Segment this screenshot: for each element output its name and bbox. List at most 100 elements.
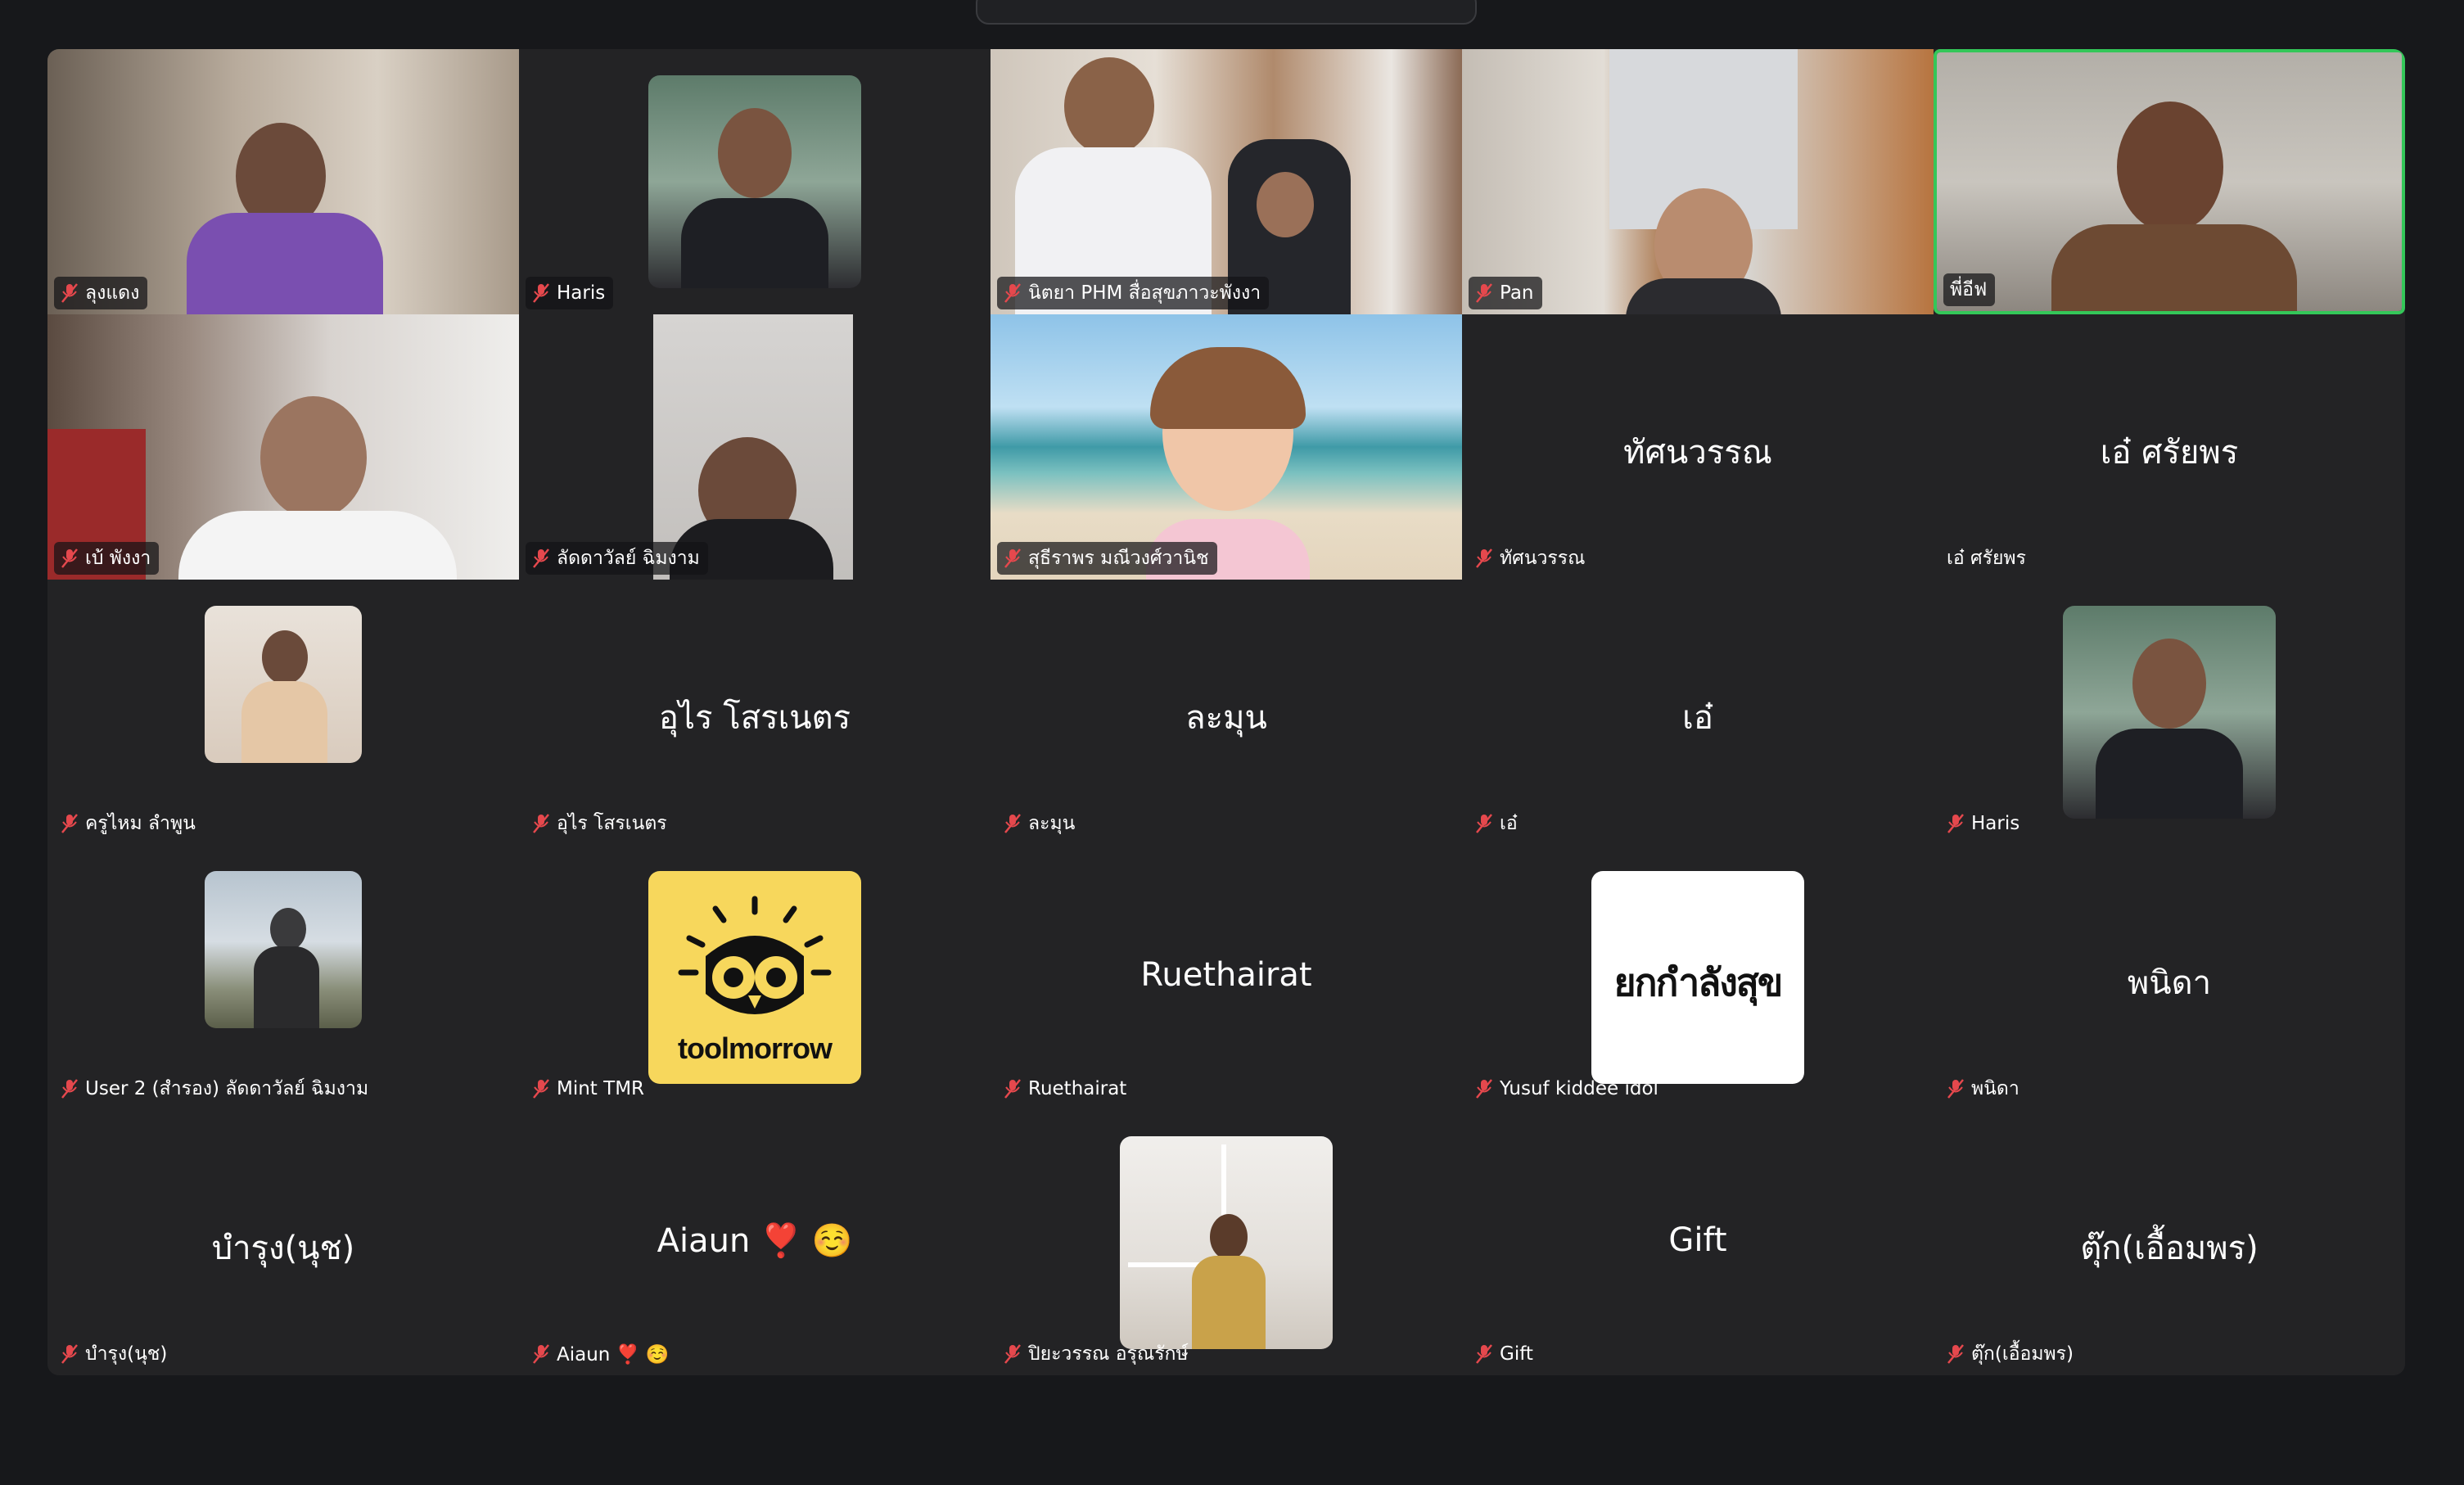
participant-display-name: Aiaun ❣️ ☺️ [657, 1222, 853, 1260]
participant-tile[interactable]: toolmorrow Mint TMR [519, 845, 991, 1110]
participant-name: ตุ๊ก(เอื้อมพร) [1971, 1343, 2074, 1365]
participant-tile[interactable]: เอ๋ เอ๋ [1462, 580, 1934, 845]
participant-name-tag: ลัดดาวัลย์ ฉิมงาม [526, 542, 708, 575]
participant-tile[interactable]: Pan [1462, 49, 1934, 314]
muted-microphone-icon [1475, 1078, 1493, 1099]
participant-tile[interactable]: Aiaun ❣️ ☺️ Aiaun ❣️ ☺️ [519, 1110, 991, 1375]
participant-name-tag: ตุ๊ก(เอื้อมพร) [1940, 1338, 2082, 1370]
participant-name: ทัศนวรรณ [1500, 548, 1586, 569]
meeting-toolbar-handle[interactable] [976, 0, 1477, 25]
toolmorrow-logo-text: toolmorrow [678, 1031, 833, 1065]
muted-microphone-icon [1475, 282, 1493, 304]
video-feed [1462, 49, 1934, 314]
muted-microphone-icon [61, 1343, 79, 1365]
participant-tile[interactable]: Haris [519, 49, 991, 314]
profile-photo [205, 871, 362, 1028]
participant-tile[interactable]: พนิดา พนิดา [1934, 845, 2405, 1110]
participant-tile[interactable]: ปิยะวรรณ อรุณรักษ์ [991, 1110, 1462, 1375]
participant-tile[interactable]: เบ้ พังงา [47, 314, 519, 580]
muted-microphone-icon [1004, 548, 1022, 569]
participant-tile[interactable]: ยกกำลังสุข Yusuf kiddee idol [1462, 845, 1934, 1110]
participant-name: เอ๋ [1500, 813, 1518, 834]
participant-tile[interactable]: Gift Gift [1462, 1110, 1934, 1375]
participant-name-tag: Haris [526, 277, 614, 309]
participant-name-tag: บำรุง(นุช) [54, 1338, 175, 1370]
profile-photo [648, 75, 861, 288]
participant-name: ครูไหม ลำพูน [85, 813, 196, 834]
participant-name-tag: ปิยะวรรณ อรุณรักษ์ [997, 1338, 1197, 1370]
muted-microphone-icon [1004, 282, 1022, 304]
participant-display-name: ละมุน [1185, 699, 1267, 737]
participant-tile[interactable]: User 2 (สำรอง) ลัดดาวัลย์ ฉิมงาม [47, 845, 519, 1110]
toolmorrow-logo: toolmorrow [648, 871, 861, 1084]
muted-microphone-icon [1947, 1343, 1965, 1365]
participant-name: Gift [1500, 1343, 1533, 1365]
participant-name-tag: Haris [1940, 807, 2028, 840]
participant-name: สุธีราพร มณีวงศ์วานิช [1028, 548, 1209, 569]
participant-name-tag: เอ๋ [1469, 807, 1526, 840]
participant-name-tag: Yusuf kiddee idol [1469, 1072, 1667, 1105]
participant-name: Pan [1500, 282, 1534, 304]
participant-tile[interactable]: ลัดดาวัลย์ ฉิมงาม [519, 314, 991, 580]
participant-display-name: เอ๋ [1682, 699, 1713, 737]
participant-name-tag: ลุงแดง [54, 277, 148, 309]
participant-display-name: ทัศนวรรณ [1623, 434, 1772, 472]
participant-name: เบ้ พังงา [85, 548, 151, 569]
participant-tile[interactable]: ทัศนวรรณ ทัศนวรรณ [1462, 314, 1934, 580]
participant-display-name: พนิดา [2127, 964, 2212, 1002]
participant-name-tag: ครูไหม ลำพูน [54, 807, 204, 840]
logo-text: ยกกำลังสุข [1613, 960, 1784, 1004]
muted-microphone-icon [1947, 1078, 1965, 1099]
gallery-grid: ลุงแดง Haris นิตยา PHM สื่อสุขภาวะพังงา [47, 49, 2405, 1375]
participant-name: อุไร โสรเนตร [557, 813, 667, 834]
participant-tile-active-speaker[interactable]: พี่อีฟ [1934, 49, 2405, 314]
muted-microphone-icon [61, 813, 79, 834]
participant-name: Haris [557, 282, 606, 304]
muted-microphone-icon [1004, 813, 1022, 834]
participant-tile[interactable]: สุธีราพร มณีวงศ์วานิช [991, 314, 1462, 580]
muted-microphone-icon [61, 548, 79, 569]
participant-name: เอ๋ ศรัยพร [1947, 548, 2026, 569]
muted-microphone-icon [1004, 1343, 1022, 1365]
participant-name-tag: เบ้ พังงา [54, 542, 160, 575]
participant-tile[interactable]: Ruethairat Ruethairat [991, 845, 1462, 1110]
participant-tile[interactable]: บำรุง(นุช) บำรุง(นุช) [47, 1110, 519, 1375]
yok-kamlang-suk-logo: ยกกำลังสุข [1591, 871, 1804, 1084]
muted-microphone-icon [532, 1078, 550, 1099]
participant-name: นิตยา PHM สื่อสุขภาวะพังงา [1028, 282, 1261, 304]
participant-tile[interactable]: เอ๋ ศรัยพร เอ๋ ศรัยพร [1934, 314, 2405, 580]
muted-microphone-icon [1947, 813, 1965, 834]
muted-microphone-icon [61, 282, 79, 304]
participant-name: Ruethairat [1028, 1078, 1127, 1099]
participant-tile[interactable]: ตุ๊ก(เอื้อมพร) ตุ๊ก(เอื้อมพร) [1934, 1110, 2405, 1375]
participant-display-name: อุไร โสรเนตร [658, 699, 851, 737]
participant-display-name: Gift [1668, 1221, 1727, 1259]
participant-display-name: เอ๋ ศรัยพร [2100, 434, 2239, 472]
participant-name-tag: User 2 (สำรอง) ลัดดาวัลย์ ฉิมงาม [54, 1072, 377, 1105]
participant-name-tag: นิตยา PHM สื่อสุขภาวะพังงา [997, 277, 1270, 309]
participant-tile[interactable]: ลุงแดง [47, 49, 519, 314]
participant-tile[interactable]: อุไร โสรเนตร อุไร โสรเนตร [519, 580, 991, 845]
participant-name: Aiaun ❣️ ☺️ [557, 1343, 670, 1365]
participant-name: User 2 (สำรอง) ลัดดาวัลย์ ฉิมงาม [85, 1078, 369, 1099]
video-feed [653, 314, 853, 580]
participant-name-tag: ทัศนวรรณ [1469, 542, 1593, 575]
participant-name-tag: Ruethairat [997, 1072, 1135, 1105]
participant-name-tag: Mint TMR [526, 1072, 652, 1105]
participant-tile[interactable]: ละมุน ละมุน [991, 580, 1462, 845]
participant-tile[interactable]: ครูไหม ลำพูน [47, 580, 519, 845]
participant-name-tag: Aiaun ❣️ ☺️ [526, 1338, 677, 1370]
participant-name: พนิดา [1971, 1078, 2019, 1099]
muted-microphone-icon [532, 548, 550, 569]
virtual-background [991, 314, 1462, 580]
participant-name: บำรุง(นุช) [85, 1343, 168, 1365]
muted-microphone-icon [1475, 1343, 1493, 1365]
muted-microphone-icon [61, 1078, 79, 1099]
participant-name-tag: Gift [1469, 1338, 1541, 1370]
participant-name-tag: อุไร โสรเนตร [526, 807, 675, 840]
participant-name: Yusuf kiddee idol [1500, 1078, 1658, 1099]
participant-tile[interactable]: นิตยา PHM สื่อสุขภาวะพังงา [991, 49, 1462, 314]
muted-microphone-icon [532, 1343, 550, 1365]
participant-name-tag: สุธีราพร มณีวงศ์วานิช [997, 542, 1217, 575]
participant-tile[interactable]: Haris [1934, 580, 2405, 845]
